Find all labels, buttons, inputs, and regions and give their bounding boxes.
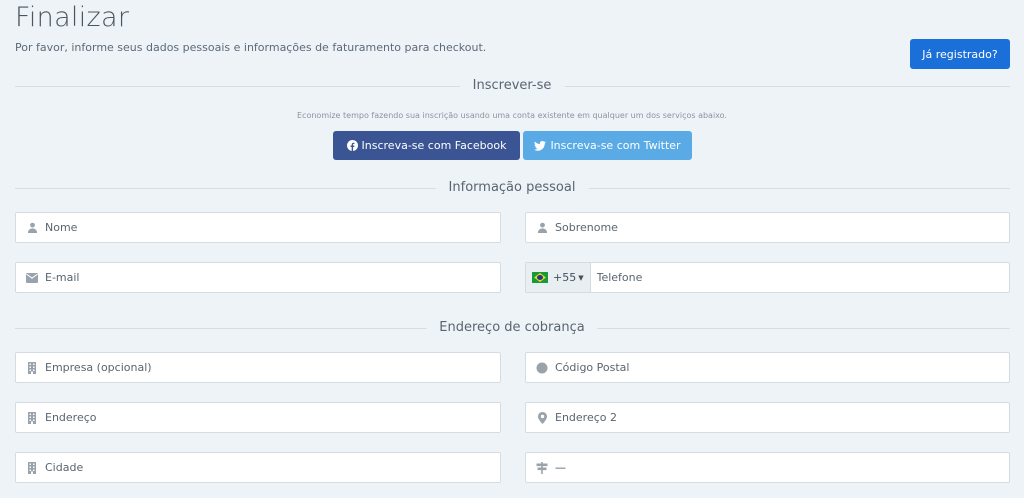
address-field[interactable] — [15, 402, 501, 433]
map-marker-icon — [536, 411, 548, 424]
last-name-input[interactable] — [555, 213, 1009, 242]
facebook-signup-label: Inscreva-se com Facebook — [361, 139, 507, 152]
address2-field[interactable] — [525, 402, 1010, 433]
company-input[interactable] — [45, 353, 500, 382]
city-input[interactable] — [45, 453, 500, 482]
postal-code-input[interactable] — [555, 353, 1009, 382]
first-name-field[interactable] — [15, 212, 501, 243]
address-input[interactable] — [45, 403, 500, 432]
company-field[interactable] — [15, 352, 501, 383]
personal-section-title: Informação pessoal — [435, 180, 589, 195]
globe-icon — [536, 362, 548, 374]
dial-code: +55 — [553, 271, 577, 284]
caret-down-icon: ▼ — [578, 273, 584, 282]
phone-input[interactable] — [590, 263, 1009, 292]
signup-section-title: Inscrever-se — [459, 78, 565, 93]
building-icon — [26, 461, 38, 474]
state-input[interactable] — [555, 453, 1009, 482]
address2-input[interactable] — [555, 403, 1009, 432]
city-field[interactable] — [15, 452, 501, 483]
page-title: Finalizar — [15, 2, 130, 33]
twitter-signup-label: Inscreva-se com Twitter — [550, 139, 681, 152]
last-name-field[interactable] — [525, 212, 1010, 243]
page-subtitle: Por favor, informe seus dados pessoais e… — [15, 41, 487, 54]
first-name-input[interactable] — [45, 213, 500, 242]
facebook-icon — [346, 140, 358, 151]
state-field[interactable] — [525, 452, 1010, 483]
twitter-signup-button[interactable]: Inscreva-se com Twitter — [523, 131, 692, 160]
twitter-icon — [534, 140, 547, 151]
facebook-signup-button[interactable]: Inscreva-se com Facebook — [333, 131, 520, 160]
email-field[interactable] — [15, 262, 501, 293]
building-icon — [26, 411, 38, 424]
building-icon — [26, 361, 38, 374]
envelope-icon — [26, 272, 38, 284]
signpost-icon — [536, 461, 548, 474]
billing-section-title: Endereço de cobrança — [426, 320, 598, 335]
phone-field[interactable]: +55 ▼ — [525, 262, 1010, 293]
user-icon — [536, 222, 548, 234]
already-registered-button[interactable]: Já registrado? — [910, 39, 1010, 69]
postal-code-field[interactable] — [525, 352, 1010, 383]
email-input[interactable] — [45, 263, 500, 292]
country-code-selector[interactable]: +55 ▼ — [526, 263, 591, 292]
brazil-flag-icon — [532, 272, 548, 283]
user-icon — [26, 222, 38, 234]
signup-helper-text: Economize tempo fazendo sua inscrição us… — [297, 111, 727, 120]
